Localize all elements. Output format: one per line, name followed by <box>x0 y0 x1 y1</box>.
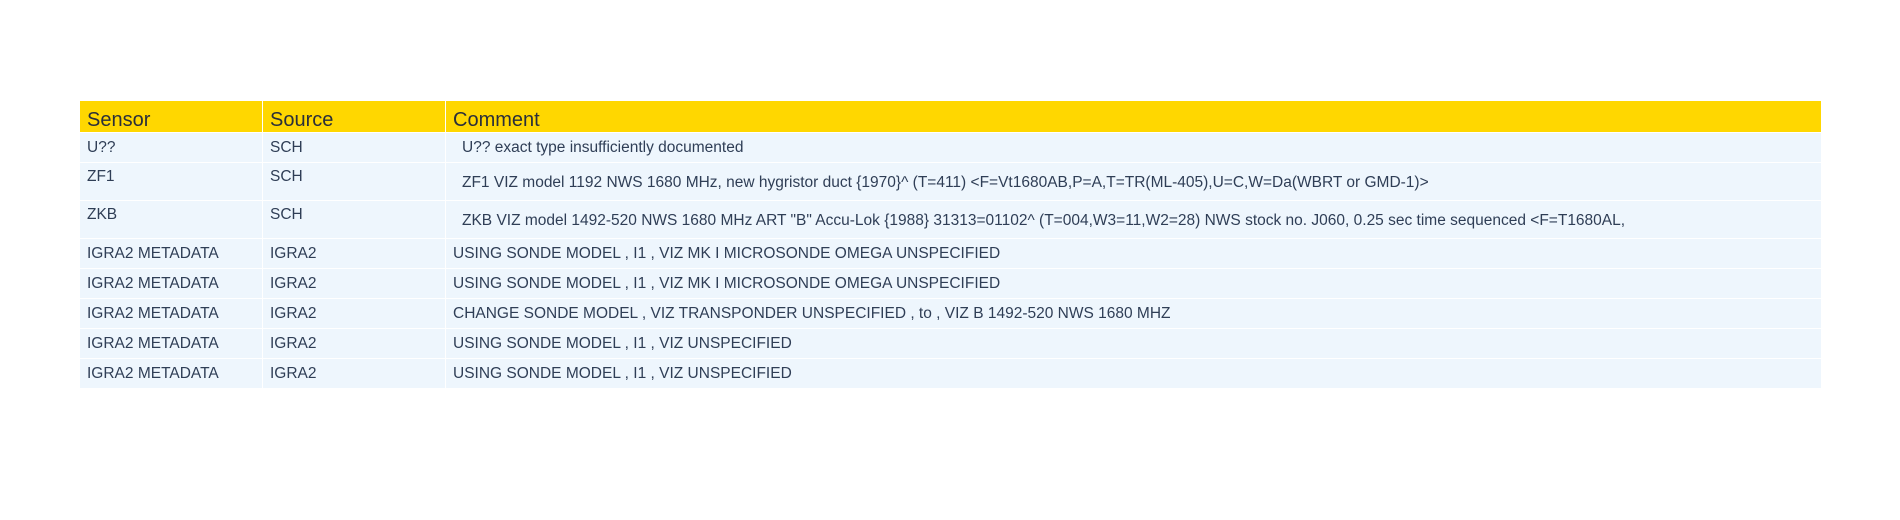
cell-comment: U?? exact type insufficiently documented <box>446 132 1821 162</box>
cell-sensor: ZKB <box>80 200 263 238</box>
cell-sensor: IGRA2 METADATA <box>80 298 263 328</box>
table-row: ZKB SCH ZKB VIZ model 1492-520 NWS 1680 … <box>80 200 1821 238</box>
table-header-row: Sensor Source Comment <box>80 101 1821 132</box>
cell-source: IGRA2 <box>263 328 446 358</box>
cell-source: IGRA2 <box>263 238 446 268</box>
cell-source: IGRA2 <box>263 298 446 328</box>
table-row: IGRA2 METADATA IGRA2 USING SONDE MODEL ,… <box>80 238 1821 268</box>
cell-comment: USING SONDE MODEL , I1 , VIZ UNSPECIFIED <box>446 358 1821 388</box>
cell-sensor: ZF1 <box>80 162 263 200</box>
cell-sensor: U?? <box>80 132 263 162</box>
column-header-sensor[interactable]: Sensor <box>80 101 263 132</box>
cell-comment: ZKB VIZ model 1492-520 NWS 1680 MHz ART … <box>446 200 1821 238</box>
cell-source: SCH <box>263 200 446 238</box>
table-row: IGRA2 METADATA IGRA2 USING SONDE MODEL ,… <box>80 358 1821 388</box>
cell-source: SCH <box>263 132 446 162</box>
table-row: IGRA2 METADATA IGRA2 CHANGE SONDE MODEL … <box>80 298 1821 328</box>
cell-sensor: IGRA2 METADATA <box>80 238 263 268</box>
table-row: IGRA2 METADATA IGRA2 USING SONDE MODEL ,… <box>80 328 1821 358</box>
sensor-metadata-table: Sensor Source Comment U?? SCH U?? exact … <box>80 101 1821 388</box>
cell-comment: ZF1 VIZ model 1192 NWS 1680 MHz, new hyg… <box>446 162 1821 200</box>
cell-source: IGRA2 <box>263 358 446 388</box>
cell-sensor: IGRA2 METADATA <box>80 268 263 298</box>
table-row: IGRA2 METADATA IGRA2 USING SONDE MODEL ,… <box>80 268 1821 298</box>
cell-comment: USING SONDE MODEL , I1 , VIZ MK I MICROS… <box>446 268 1821 298</box>
column-header-comment[interactable]: Comment <box>446 101 1821 132</box>
cell-comment: USING SONDE MODEL , I1 , VIZ MK I MICROS… <box>446 238 1821 268</box>
cell-source: SCH <box>263 162 446 200</box>
cell-comment: CHANGE SONDE MODEL , VIZ TRANSPONDER UNS… <box>446 298 1821 328</box>
cell-sensor: IGRA2 METADATA <box>80 328 263 358</box>
cell-comment: USING SONDE MODEL , I1 , VIZ UNSPECIFIED <box>446 328 1821 358</box>
table-row: U?? SCH U?? exact type insufficiently do… <box>80 132 1821 162</box>
table-row: ZF1 SCH ZF1 VIZ model 1192 NWS 1680 MHz,… <box>80 162 1821 200</box>
cell-source: IGRA2 <box>263 268 446 298</box>
cell-sensor: IGRA2 METADATA <box>80 358 263 388</box>
column-header-source[interactable]: Source <box>263 101 446 132</box>
